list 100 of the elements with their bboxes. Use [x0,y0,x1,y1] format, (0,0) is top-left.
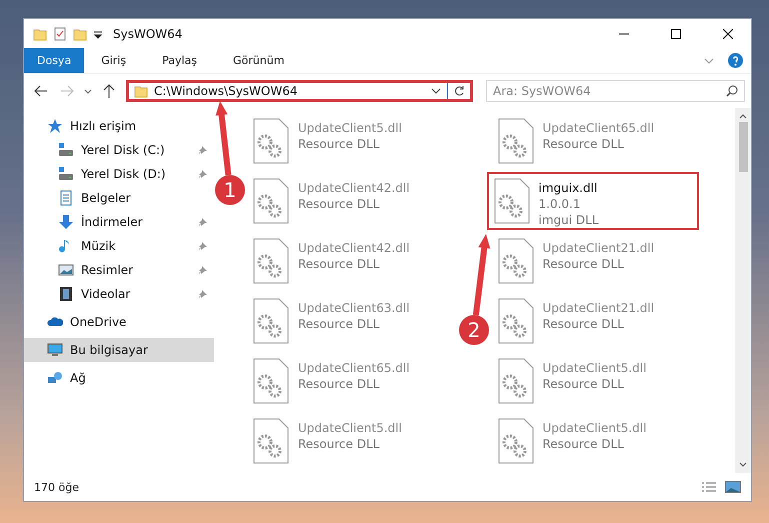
file-name: UpdateClient21.dll [542,240,654,256]
scroll-thumb[interactable] [738,122,748,172]
sidebar-label: Belgeler [81,191,131,205]
gear-file-icon [496,118,534,164]
file-tile[interactable]: UpdateClient5.dll Resource DLL [490,412,702,470]
details-view-icon[interactable] [701,481,717,493]
pin-icon[interactable] [198,289,208,299]
monitor-icon [47,342,63,358]
file-description: Resource DLL [298,316,380,332]
file-tile[interactable]: UpdateClient65.dll Resource DLL [246,352,458,410]
maximize-icon [671,28,681,38]
gear-file-icon [496,238,534,284]
window-title: SysWOW64 [113,26,184,40]
sidebar-item[interactable]: Resimler [24,258,214,282]
new-folder-icon [73,26,87,40]
file-tile[interactable]: UpdateClient5.dll Resource DLL [246,412,458,470]
scrollbar[interactable] [735,108,751,473]
ribbon-tab[interactable]: Dosya [24,48,84,73]
ribbon-tab[interactable]: Görünüm [220,48,298,73]
folder-icon [33,26,47,40]
gear-file-icon [496,358,534,404]
pin-icon[interactable] [198,145,208,155]
scroll-down-icon[interactable] [739,461,747,469]
right-arrow-icon [60,85,74,97]
chevron-down-icon[interactable] [431,88,441,94]
network-icon [47,370,63,386]
pin-icon[interactable] [198,265,208,275]
file-description: Resource DLL [298,196,380,212]
dropdown-caret-icon[interactable] [93,28,103,38]
file-tile[interactable]: UpdateClient21.dll Resource DLL [490,292,702,350]
file-name: UpdateClient42.dll [298,180,410,196]
sidebar-label: Yerel Disk (D:) [81,167,166,181]
tiles-view-icon[interactable] [725,481,741,493]
sidebar-label: Resimler [81,263,134,277]
step-badge [215,175,245,205]
gear-file-icon [252,178,290,224]
sidebar-item[interactable]: Hızlı erişim [24,114,214,138]
file-description: Resource DLL [542,436,625,452]
file-name: UpdateClient5.dll [298,420,402,436]
search-field[interactable]: Ara: SysWOW64 [486,80,745,102]
sidebar-item[interactable]: Ağ [24,366,214,390]
sidebar-label: OneDrive [70,315,126,329]
sidebar-label: Müzik [81,239,116,253]
sidebar-label: Yerel Disk (C:) [81,143,165,157]
gear-file-icon [252,298,290,344]
sidebar-label: İndirmeler [81,215,143,229]
pin-icon[interactable] [198,217,208,227]
search-icon[interactable] [726,85,738,97]
file-version: 1.0.0.1 [538,196,582,212]
step-badge [459,315,489,345]
sidebar-item[interactable]: Belgeler [24,186,214,210]
file-name: UpdateClient5.dll [298,120,402,136]
folder-icon [134,84,148,98]
properties-icon[interactable] [53,26,67,40]
close-icon [723,28,733,38]
file-tile[interactable]: UpdateClient5.dll Resource DLL [490,352,702,410]
address-bar[interactable]: C:\Windows\SysWOW64 [126,80,473,102]
sidebar-item[interactable]: İndirmeler [24,210,214,234]
file-name: imguix.dll [538,180,598,196]
sidebar-item[interactable]: Yerel Disk (C:) [24,138,214,162]
file-description: Resource DLL [542,256,625,272]
file-tile[interactable]: imguix.dll 1.0.0.1 imgui DLL [486,172,698,230]
ribbon-tab[interactable]: Paylaş [149,48,210,73]
sidebar-label: Videolar [81,287,130,301]
sidebar-item[interactable]: Videolar [24,282,214,306]
gear-file-icon [492,178,530,224]
sidebar-item[interactable]: OneDrive [24,310,214,334]
down-arrow-icon [58,214,74,230]
file-tile[interactable]: UpdateClient21.dll Resource DLL [490,232,702,290]
file-name: UpdateClient5.dll [542,420,646,436]
pin-icon[interactable] [198,169,208,179]
file-name: UpdateClient5.dll [542,360,646,376]
gear-file-icon [252,358,290,404]
gear-file-icon [252,238,290,284]
file-tile[interactable]: UpdateClient42.dll Resource DLL [246,232,458,290]
step-number: 1 [224,178,236,202]
file-tile[interactable]: UpdateClient5.dll Resource DLL [246,112,458,170]
up-arrow-icon [103,84,115,98]
file-tile[interactable]: UpdateClient42.dll Resource DLL [246,172,458,230]
file-name: UpdateClient63.dll [298,300,410,316]
scroll-up-icon[interactable] [739,112,747,120]
file-description: Resource DLL [542,136,625,152]
file-tile[interactable]: UpdateClient65.dll Resource DLL [490,112,702,170]
file-description: Resource DLL [298,436,380,452]
help-icon[interactable] [728,53,743,68]
sidebar-item[interactable]: Yerel Disk (D:) [24,162,214,186]
file-name: UpdateClient21.dll [542,300,654,316]
sidebar-item[interactable]: Müzik [24,234,214,258]
file-tile[interactable]: UpdateClient63.dll Resource DLL [246,292,458,350]
item-count: 170 öğe [34,480,80,494]
file-description: imgui DLL [538,212,599,228]
gear-file-icon [252,418,290,464]
ribbon-tab[interactable]: Giriş [88,48,140,73]
sidebar-label: Ağ [70,371,86,385]
sidebar-item[interactable]: Bu bilgisayar [24,338,214,362]
file-name: UpdateClient65.dll [542,120,654,136]
sidebar-label: Bu bilgisayar [70,343,148,357]
file-description: Resource DLL [542,376,625,392]
pin-icon[interactable] [198,241,208,251]
left-arrow-icon [34,85,48,97]
